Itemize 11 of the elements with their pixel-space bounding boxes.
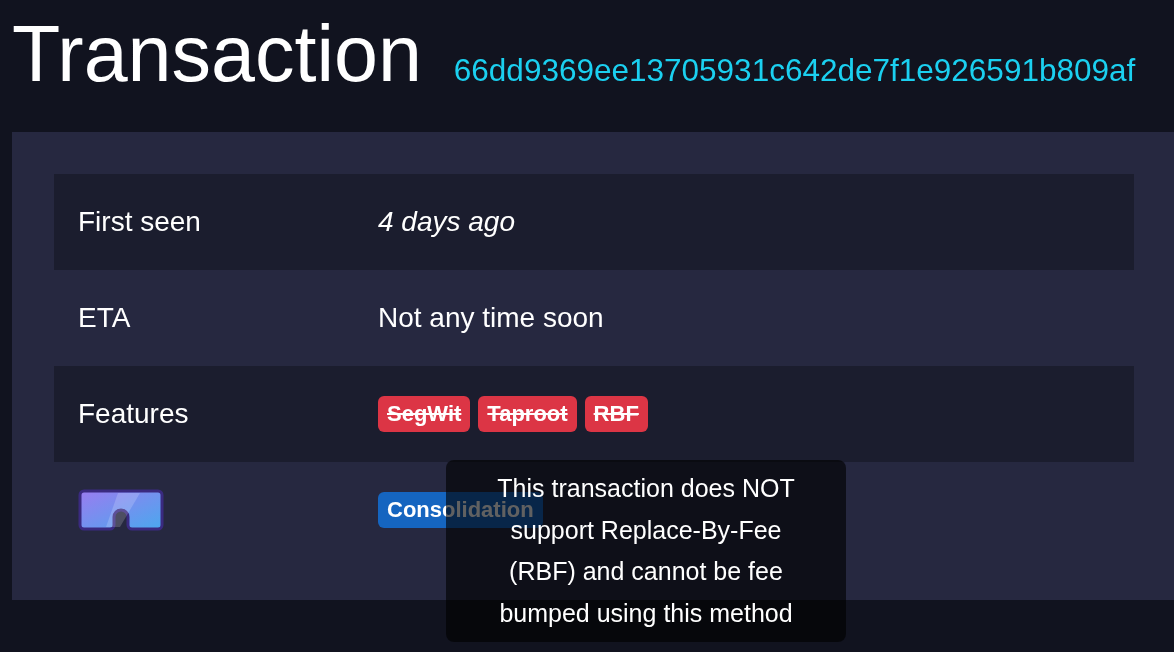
feature-tag[interactable]: RBF: [584, 396, 648, 432]
field-value: Not any time soon: [378, 302, 604, 334]
feature-tag[interactable]: Taproot: [478, 396, 577, 432]
page-title: Transaction: [12, 14, 422, 93]
goggles-icon: [78, 489, 164, 531]
field-label: ETA: [78, 302, 131, 333]
feature-tag[interactable]: SegWit: [378, 396, 471, 432]
field-value: 4 days ago: [378, 206, 515, 238]
field-label: Features: [78, 398, 189, 429]
field-label: First seen: [78, 206, 201, 237]
transaction-id-link[interactable]: 66dd9369ee13705931c642de7f1e926591b809af: [453, 52, 1136, 89]
